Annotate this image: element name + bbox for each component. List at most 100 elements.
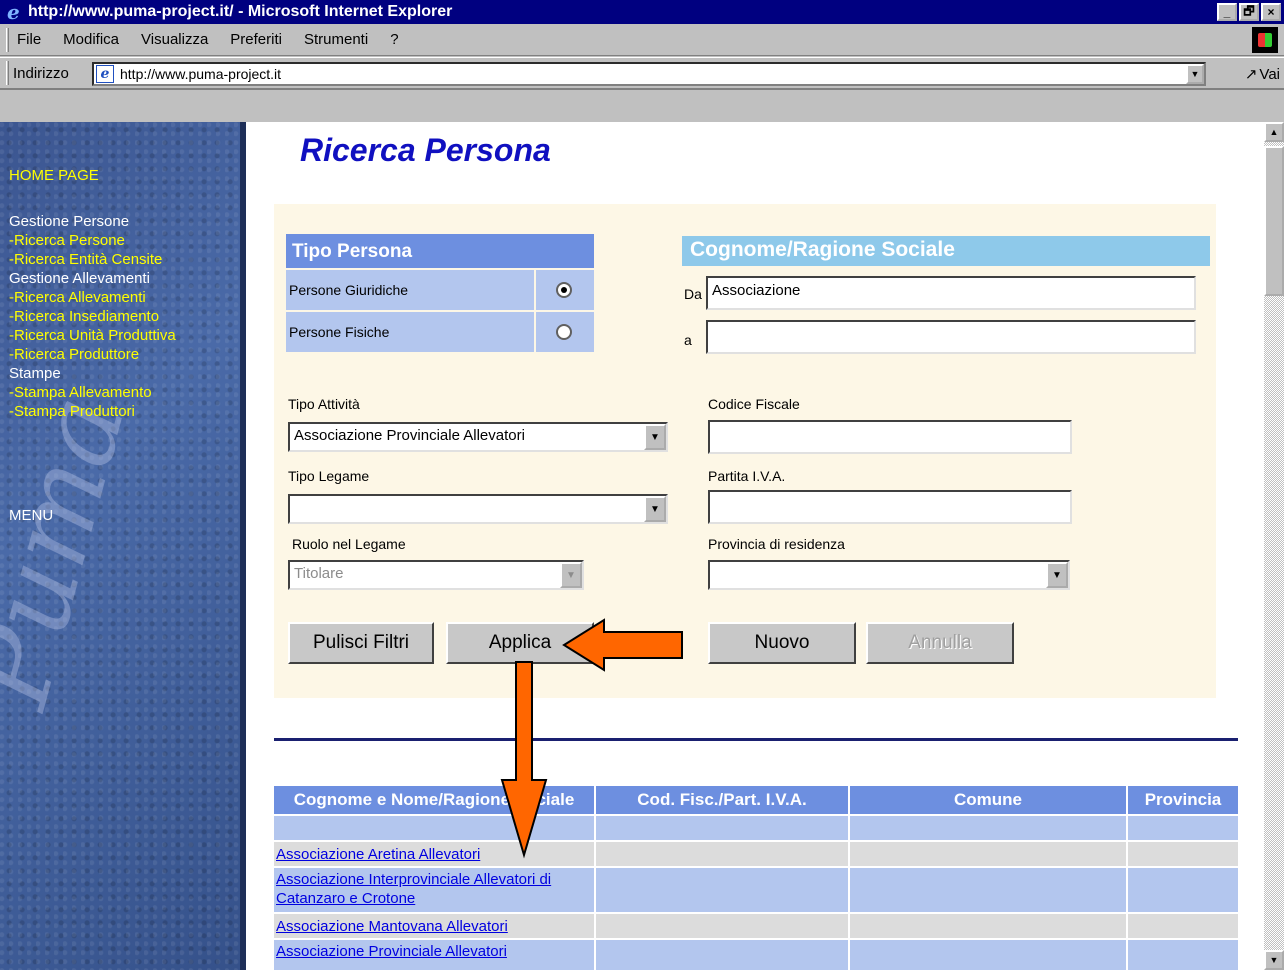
column-header-provincia: Provincia: [1128, 786, 1238, 814]
sidebar-item-stampa-produttori[interactable]: -Stampa Produttori: [9, 402, 135, 421]
column-header-codice-fiscale: Cod. Fisc./Part. I.V.A.: [596, 786, 848, 814]
minimize-button[interactable]: _: [1217, 3, 1237, 21]
vertical-scrollbar[interactable]: ▲ ▼: [1264, 122, 1284, 970]
result-link[interactable]: Associazione Aretina Allevatori: [274, 846, 480, 863]
applica-button[interactable]: Applica: [446, 622, 594, 664]
menu-strumenti[interactable]: Strumenti: [304, 31, 368, 48]
result-link[interactable]: Associazione Provinciale Allevatori: [274, 943, 507, 960]
chevron-down-icon[interactable]: ▼: [644, 424, 666, 450]
partita-iva-input[interactable]: [708, 490, 1072, 524]
table-cell: [850, 868, 1126, 912]
provincia-select[interactable]: ▼: [708, 560, 1070, 590]
tipo-attivita-value: Associazione Provinciale Allevatori: [294, 427, 525, 444]
a-label: a: [684, 332, 692, 348]
toolbar-grip: [6, 27, 9, 52]
scroll-thumb[interactable]: [1264, 146, 1284, 296]
table-cell: [1128, 914, 1238, 938]
menu-visualizza[interactable]: Visualizza: [141, 31, 208, 48]
persone-giuridiche-radio-cell: [536, 270, 594, 310]
tipo-legame-select[interactable]: ▼: [288, 494, 668, 524]
table-row: Associazione Mantovana Allevatori: [274, 914, 594, 938]
table-cell: [596, 868, 848, 912]
address-bar: Indirizzo e http://www.puma-project.it ▼…: [0, 57, 1284, 89]
sidebar-home-link[interactable]: HOME PAGE: [9, 166, 99, 185]
go-button[interactable]: ↗ Vai: [1245, 65, 1280, 84]
sidebar-section-gestione-allevamenti: Gestione Allevamenti: [9, 270, 150, 287]
internet-explorer-icon: e: [7, 0, 20, 24]
address-url: http://www.puma-project.it: [120, 66, 282, 82]
restore-button[interactable]: 🗗: [1239, 3, 1259, 21]
table-cell: [850, 914, 1126, 938]
chevron-down-icon[interactable]: ▼: [644, 496, 666, 522]
menu-preferiti[interactable]: Preferiti: [230, 31, 282, 48]
table-cell: [1128, 816, 1238, 840]
ruolo-legame-value: Titolare: [294, 565, 344, 582]
sidebar-item-stampa-allevamento[interactable]: -Stampa Allevamento: [9, 383, 152, 402]
codice-fiscale-input[interactable]: [708, 420, 1072, 454]
chevron-down-icon: ▼: [560, 562, 582, 588]
column-header-comune: Comune: [850, 786, 1126, 814]
scroll-up-button[interactable]: ▲: [1264, 122, 1284, 142]
provincia-label: Provincia di residenza: [708, 536, 845, 552]
section-divider: [274, 738, 1238, 741]
sidebar-item-ricerca-produttore[interactable]: -Ricerca Produttore: [9, 345, 139, 364]
sidebar-item-ricerca-allevamenti[interactable]: -Ricerca Allevamenti: [9, 288, 146, 307]
address-dropdown-button[interactable]: ▼: [1186, 64, 1204, 84]
menu-help[interactable]: ?: [390, 31, 398, 48]
menu-file[interactable]: File: [17, 31, 41, 48]
codice-fiscale-label: Codice Fiscale: [708, 396, 800, 412]
toolbar-spacer: [0, 89, 1284, 122]
table-cell: [1128, 842, 1238, 866]
tipo-attivita-select[interactable]: Associazione Provinciale Allevatori ▼: [288, 422, 668, 452]
sidebar-section-stampe: Stampe: [9, 365, 61, 382]
window-title: http://www.puma-project.it/ - Microsoft …: [28, 3, 453, 20]
page-title: Ricerca Persona: [300, 132, 551, 168]
table-row: Associazione Interprovinciale Allevatori…: [274, 868, 594, 912]
title-bar: e http://www.puma-project.it/ - Microsof…: [0, 0, 1284, 24]
page-icon: e: [96, 65, 114, 83]
table-row: Associazione Aretina Allevatori: [274, 842, 594, 866]
browser-window: e http://www.puma-project.it/ - Microsof…: [0, 0, 1284, 970]
cognome-da-input[interactable]: Associazione: [706, 276, 1196, 310]
table-cell: [850, 842, 1126, 866]
table-cell: [850, 940, 1126, 970]
sidebar-item-ricerca-entita-censite[interactable]: -Ricerca Entità Censite: [9, 250, 162, 269]
sidebar-item-ricerca-unita-produttiva[interactable]: -Ricerca Unità Produttiva: [9, 326, 176, 345]
page-content: Puma HOME PAGE Gestione Persone -Ricerca…: [0, 122, 1264, 970]
sidebar-item-ricerca-insediamento[interactable]: -Ricerca Insediamento: [9, 307, 159, 326]
table-row: [274, 816, 594, 840]
annulla-button: Annulla: [866, 622, 1014, 664]
address-label: Indirizzo: [13, 64, 69, 82]
tipo-persona-header: Tipo Persona: [286, 234, 594, 268]
table-cell: [596, 940, 848, 970]
windows-logo-icon: [1252, 27, 1278, 53]
column-header-nome: Cognome e Nome/Ragione Sociale: [274, 786, 594, 814]
close-button[interactable]: ×: [1261, 3, 1281, 21]
tipo-attivita-label: Tipo Attività: [288, 396, 360, 412]
search-form: Tipo Persona Persone Giuridiche Persone …: [274, 204, 1216, 698]
result-link[interactable]: Associazione Mantovana Allevatori: [274, 918, 508, 935]
ruolo-legame-label: Ruolo nel Legame: [292, 536, 406, 552]
table-cell: [850, 816, 1126, 840]
sidebar-item-ricerca-persone[interactable]: -Ricerca Persone: [9, 231, 125, 250]
scroll-down-button[interactable]: ▼: [1264, 950, 1284, 970]
persone-fisiche-label: Persone Fisiche: [286, 312, 534, 352]
table-cell: [1128, 940, 1238, 970]
address-input[interactable]: e http://www.puma-project.it ▼: [92, 62, 1206, 86]
persone-fisiche-radio[interactable]: [556, 324, 572, 340]
nuovo-button[interactable]: Nuovo: [708, 622, 856, 664]
table-cell: [1128, 868, 1238, 912]
ruolo-legame-select: Titolare ▼: [288, 560, 584, 590]
table-cell: [596, 816, 848, 840]
cognome-a-input[interactable]: [706, 320, 1196, 354]
menu-modifica[interactable]: Modifica: [63, 31, 119, 48]
table-cell: [596, 914, 848, 938]
persone-fisiche-radio-cell: [536, 312, 594, 352]
pulisci-filtri-button[interactable]: Pulisci Filtri: [288, 622, 434, 664]
result-link[interactable]: Associazione Interprovinciale Allevatori…: [274, 870, 592, 908]
persone-giuridiche-radio[interactable]: [556, 282, 572, 298]
chevron-down-icon[interactable]: ▼: [1046, 562, 1068, 588]
table-row: Associazione Provinciale Allevatori: [274, 940, 594, 970]
sidebar: Puma HOME PAGE Gestione Persone -Ricerca…: [0, 122, 246, 970]
go-label: Vai: [1259, 65, 1280, 83]
